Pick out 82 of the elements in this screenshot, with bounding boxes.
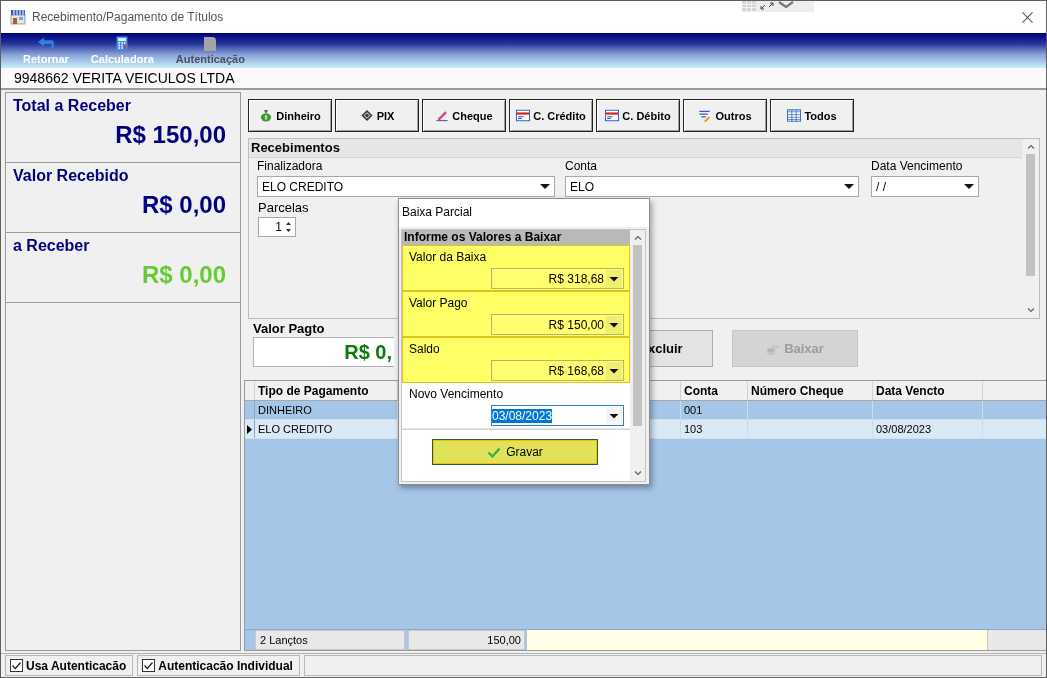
- caret-icon: [540, 184, 550, 189]
- payment-type-button[interactable]: Todos: [770, 99, 854, 132]
- checkbox[interactable]: [142, 659, 156, 672]
- amount-field[interactable]: R$ 0,: [253, 337, 394, 367]
- payment-type-button[interactable]: C. Crédito: [509, 99, 593, 132]
- save-button[interactable]: Gravar: [432, 439, 598, 465]
- payment-type-button[interactable]: Cheque: [422, 99, 506, 132]
- window-title: Recebimento/Pagamento de Títulos: [32, 10, 224, 24]
- checkbox-label[interactable]: Usa Autenticacão: [26, 658, 127, 673]
- scrollbar[interactable]: [630, 230, 645, 481]
- action-button[interactable]: xcluir: [647, 330, 713, 367]
- field-label: Conta: [565, 159, 598, 174]
- close-icon[interactable]: [1022, 11, 1033, 23]
- input-field[interactable]: 03/08/2023: [491, 405, 624, 426]
- check-icon: [487, 446, 502, 458]
- payment-type-button[interactable]: C. Débito: [596, 99, 680, 132]
- dialog-title: Baixa Parcial: [399, 199, 649, 227]
- scroll-thumb[interactable]: [633, 245, 642, 426]
- table-cell: 001: [681, 401, 748, 419]
- row-pointer-icon: [247, 424, 252, 434]
- checkbox[interactable]: [10, 659, 23, 672]
- spinner-field[interactable]: 1: [258, 217, 296, 237]
- caret-icon: [606, 361, 622, 380]
- footer-total: 150,00: [408, 630, 525, 650]
- field-label: Valor da Baixa: [409, 250, 487, 265]
- scroll-up-icon[interactable]: [1026, 144, 1035, 149]
- caret-icon: [964, 184, 974, 189]
- input-field[interactable]: R$ 168,68: [491, 360, 624, 381]
- dropdown-field[interactable]: ELO: [565, 176, 859, 197]
- customer-name: 9948662 VERITA VEICULOS LTDA: [1, 68, 1046, 90]
- payment-type-button[interactable]: Outros: [683, 99, 767, 132]
- section-title: Recebimentos: [249, 139, 1022, 158]
- summary-label: a Receber: [13, 236, 91, 255]
- back-arrow-icon: [36, 36, 55, 50]
- row-indicator[interactable]: [245, 420, 255, 438]
- diamond-icon: [359, 109, 374, 122]
- summary-value: R$ 0,00: [140, 260, 226, 290]
- field-label: Finalizadora: [257, 159, 323, 174]
- summary-label: Valor Recebido: [13, 166, 130, 185]
- money-bag-icon: [259, 109, 274, 122]
- payment-type-button[interactable]: PIX: [335, 99, 419, 132]
- scroll-down-icon[interactable]: [1026, 308, 1035, 313]
- caret-icon: [606, 315, 622, 334]
- pen-icon: [435, 109, 450, 122]
- field-label: Saldo: [409, 342, 440, 357]
- table-cell: 103: [681, 420, 748, 438]
- list-pen-icon: [698, 109, 713, 122]
- checkbox-label[interactable]: Autenticacão Individual: [158, 658, 293, 673]
- table-icon: [787, 109, 802, 122]
- footer-count: 2 Lançtos: [255, 630, 405, 650]
- field-label: Valor Pago: [409, 296, 468, 311]
- input-field[interactable]: R$ 318,68: [491, 268, 624, 289]
- field-label: Valor Pagto: [253, 321, 325, 336]
- dropdown-field[interactable]: / /: [871, 176, 979, 197]
- summary-value: R$ 150,00: [114, 120, 226, 150]
- expand-icon[interactable]: [760, 2, 774, 10]
- scroll-thumb[interactable]: [1026, 154, 1035, 276]
- chevron-down-icon[interactable]: [778, 1, 794, 8]
- scroll-down-icon[interactable]: [633, 471, 642, 476]
- store-icon: [10, 9, 26, 25]
- column-header[interactable]: Número Cheque: [748, 381, 873, 400]
- dropdown-field[interactable]: ELO CREDITO: [257, 176, 555, 197]
- calculator-icon: [116, 36, 129, 52]
- scroll-up-icon[interactable]: [633, 235, 642, 240]
- column-header[interactable]: Data Vencto: [873, 381, 983, 400]
- group-header: Informe os Valores a Baixar: [402, 230, 630, 245]
- spin-arrows-icon[interactable]: [285, 219, 292, 235]
- card-icon: [516, 109, 531, 122]
- caret-icon: [606, 269, 622, 288]
- column-header[interactable]: Conta: [681, 381, 748, 400]
- field-label: Data Vencimento: [871, 159, 963, 174]
- payment-type-button[interactable]: Dinheiro: [248, 99, 332, 132]
- field-label: Parcelas: [258, 200, 309, 216]
- caret-icon: [844, 184, 854, 189]
- document-icon: [203, 36, 218, 52]
- card-icon: [605, 109, 620, 122]
- table-cell: 03/08/2023: [873, 420, 983, 438]
- summary-label: Total a Receber: [13, 96, 132, 115]
- caret-icon: [606, 406, 622, 425]
- input-field[interactable]: R$ 150,00: [491, 314, 624, 335]
- summary-value: R$ 0,00: [140, 190, 226, 220]
- field-label: Novo Vencimento: [409, 387, 504, 402]
